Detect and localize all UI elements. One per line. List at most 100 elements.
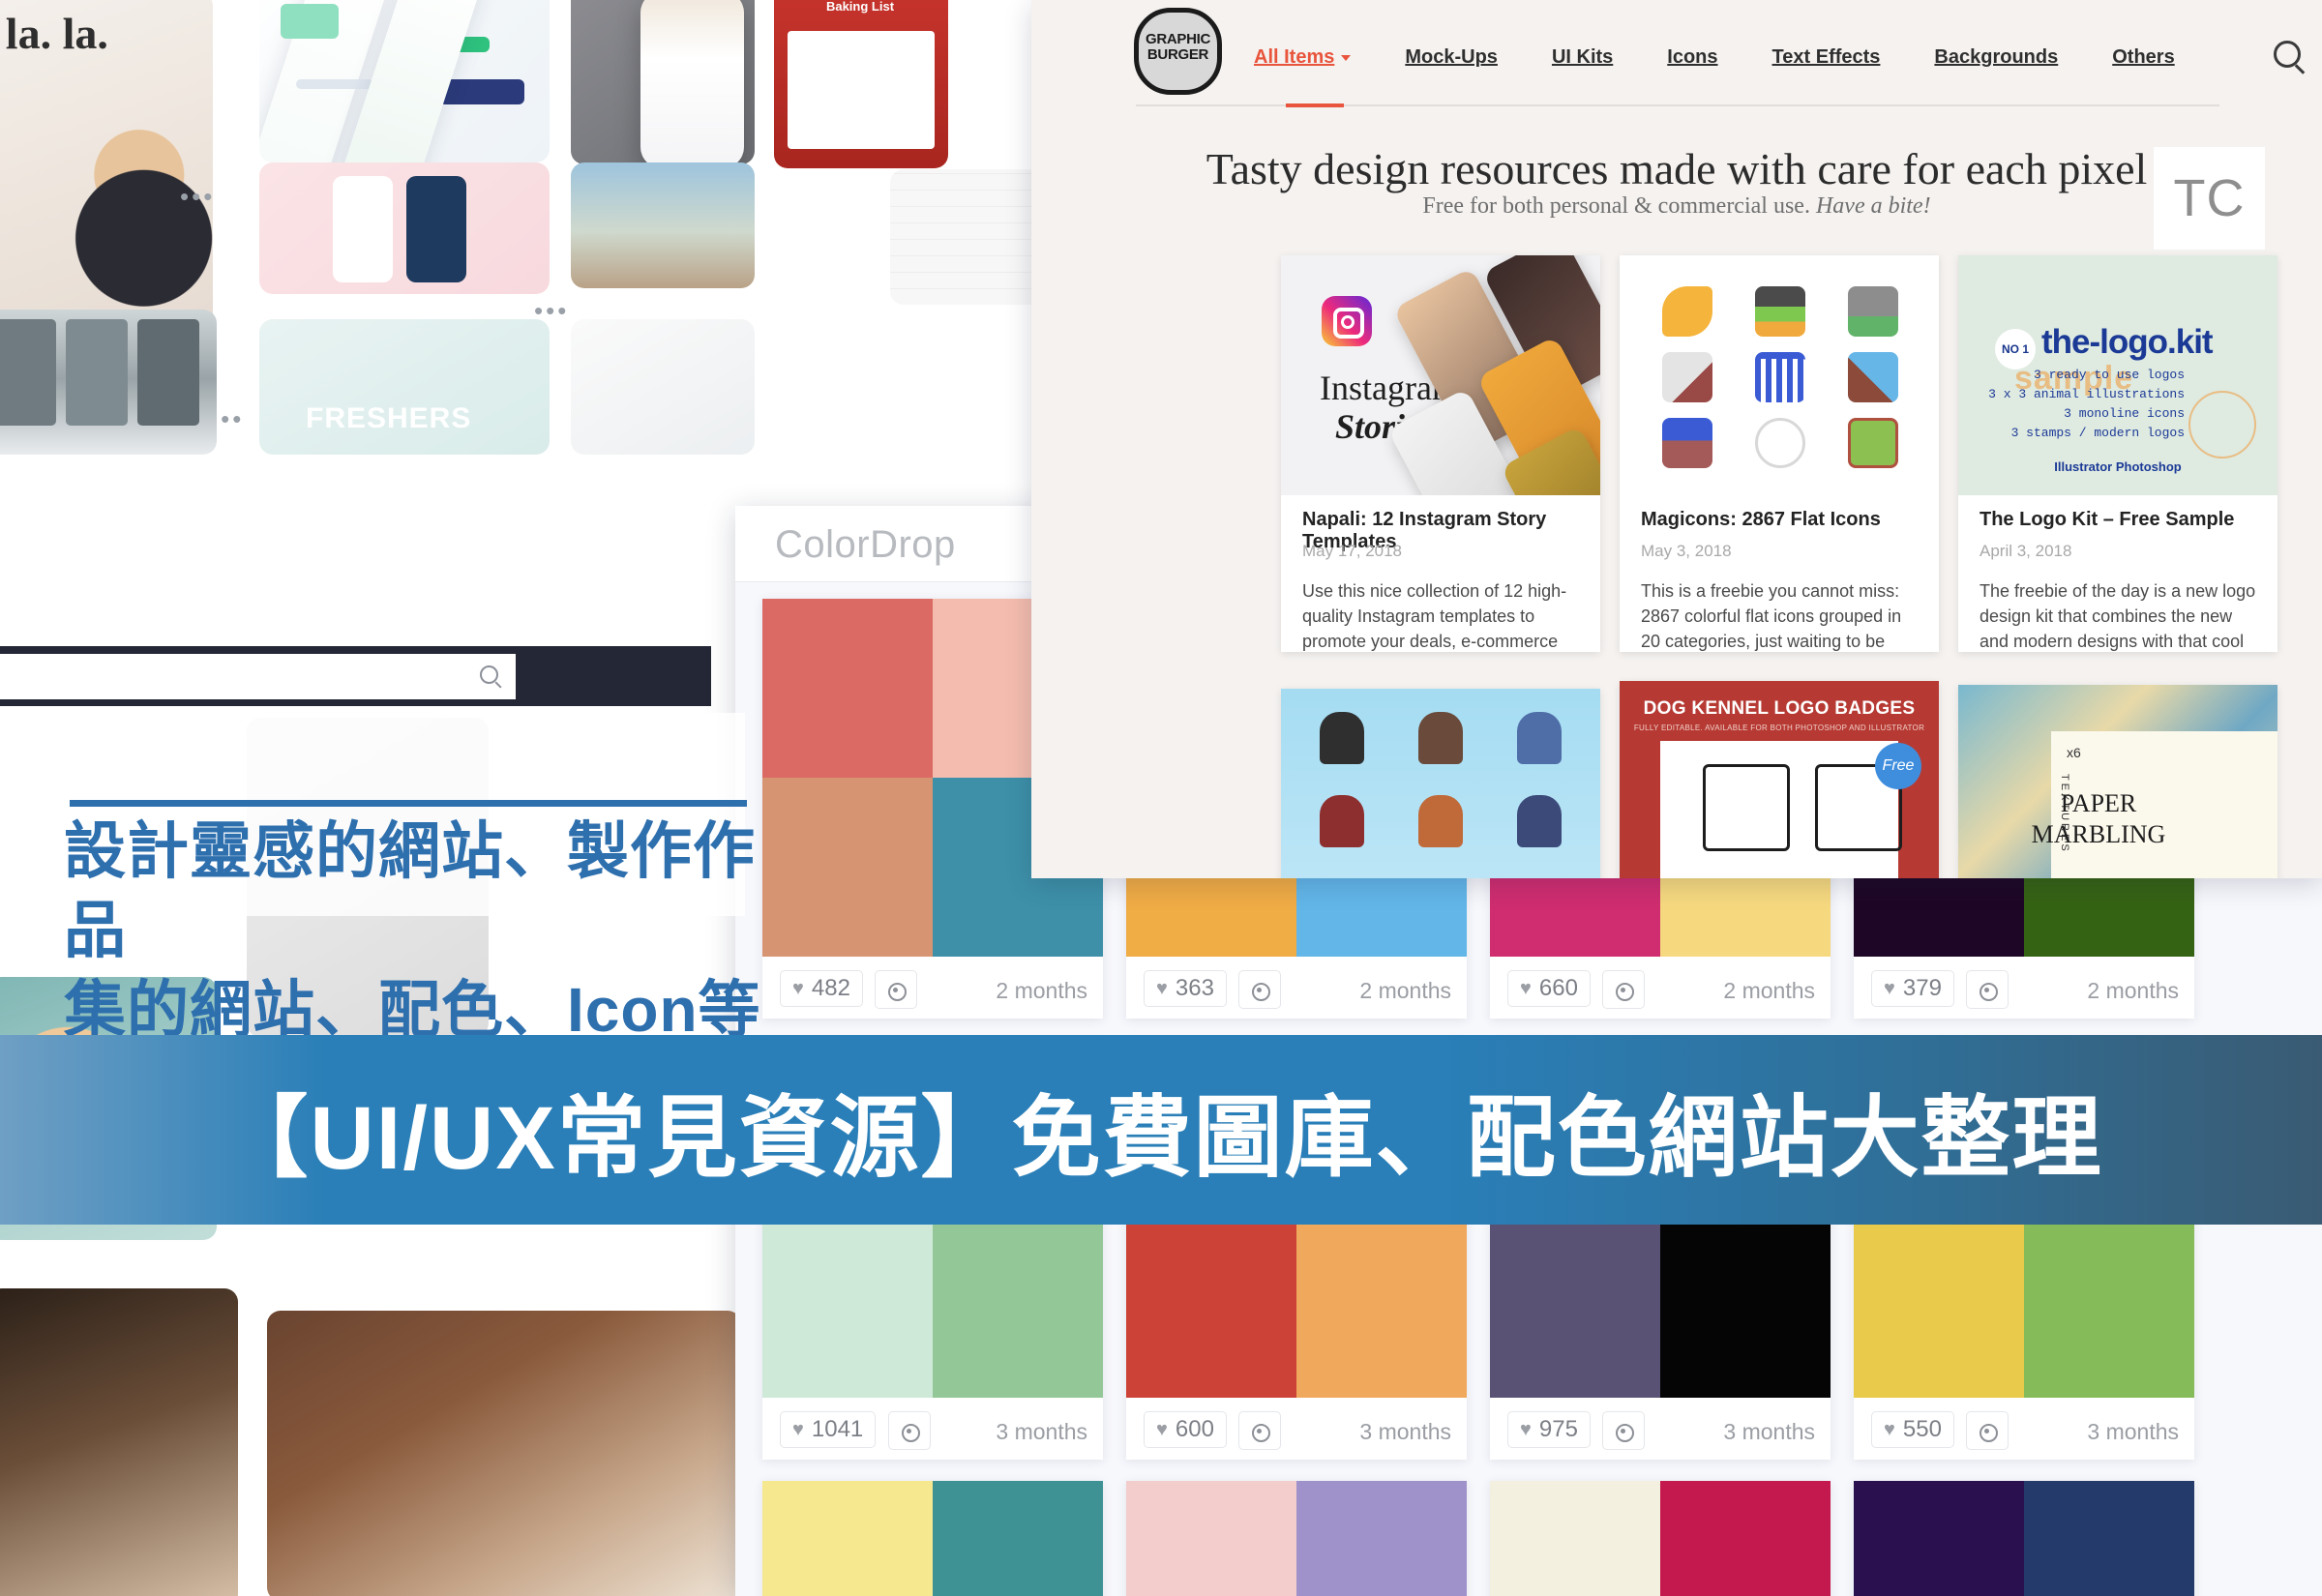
- palette-age: 2 months: [2087, 978, 2179, 1003]
- palette-swatch[interactable]: [762, 1481, 933, 1596]
- palette-swatch[interactable]: [1490, 1481, 1660, 1596]
- ellipsis-icon[interactable]: •••: [180, 184, 215, 209]
- eye-icon[interactable]: [888, 1411, 931, 1450]
- card-description: This is a freebie you cannot miss: 2867 …: [1641, 581, 1902, 652]
- pen-holder-icon: [1662, 418, 1712, 468]
- eye-icon[interactable]: [1602, 970, 1645, 1009]
- graphicburger-window: GRAPHIC BURGER All Items Mock-Ups UI Kits Ic…: [1031, 0, 2322, 878]
- palette-swatch[interactable]: [762, 599, 933, 778]
- card-title[interactable]: The Logo Kit – Free Sample: [1980, 509, 2260, 531]
- like-count: 1041: [811, 1416, 864, 1442]
- like-button[interactable]: ♥ 379: [1871, 970, 1954, 1007]
- eye-icon[interactable]: [1238, 1411, 1281, 1450]
- collage-tile-dark-app-mockup[interactable]: [571, 0, 755, 164]
- palette-swatch[interactable]: [2024, 1481, 2194, 1596]
- palette-footer: ♥ 660 2 months: [1490, 957, 1831, 1019]
- eye-icon[interactable]: [1966, 1411, 2009, 1450]
- palette-swatch[interactable]: [1296, 1481, 1467, 1596]
- collage-tile-bw-portraits[interactable]: [0, 310, 217, 455]
- palette-swatch[interactable]: [1854, 1219, 2024, 1398]
- heart-icon: ♥: [1520, 1419, 1532, 1440]
- resource-card[interactable]: [1281, 689, 1600, 878]
- tc-watermark: TC: [2154, 147, 2265, 250]
- card-thumbnail: [1281, 689, 1600, 878]
- collage-tile-ui-kit-screens[interactable]: [259, 0, 550, 163]
- palette-age: 3 months: [1723, 1419, 1815, 1444]
- tools-cross-icon: [1848, 352, 1898, 402]
- like-button[interactable]: ♥ 482: [780, 970, 863, 1007]
- palette-swatch[interactable]: [933, 1481, 1103, 1596]
- palette-swatch[interactable]: [1296, 1219, 1467, 1398]
- eye-icon[interactable]: [1602, 1411, 1645, 1450]
- palette-age: 3 months: [2087, 1419, 2179, 1444]
- resource-card[interactable]: x6 TEXTURES PAPER MARBLING vol.4: [1958, 685, 2277, 878]
- nav-item-backgrounds[interactable]: Backgrounds: [1934, 46, 2058, 69]
- palette-card[interactable]: [1854, 1481, 2194, 1596]
- like-button[interactable]: ♥ 660: [1507, 970, 1591, 1007]
- palette-card[interactable]: [1126, 1481, 1467, 1596]
- search-input[interactable]: [0, 654, 516, 699]
- collage-tile-power-lines-photo[interactable]: [571, 163, 755, 288]
- resource-card[interactable]: Magicons: 2867 Flat Icons May 3, 2018 Th…: [1620, 255, 1939, 652]
- like-button[interactable]: ♥ 363: [1144, 970, 1227, 1007]
- nav-item-all-items[interactable]: All Items: [1254, 46, 1352, 69]
- card-date: May 3, 2018: [1641, 542, 1732, 560]
- eye-icon[interactable]: [875, 970, 917, 1009]
- nav-item-icons[interactable]: Icons: [1667, 46, 1717, 69]
- graphicburger-logo-line1: GRAPHIC: [1145, 31, 1211, 47]
- like-button[interactable]: ♥ 550: [1871, 1411, 1954, 1448]
- palette-swatch[interactable]: [2024, 1219, 2194, 1398]
- eye-icon[interactable]: [1238, 970, 1281, 1009]
- resource-card[interactable]: Instagram Stories Napali: 12 Instagram S…: [1281, 255, 1600, 652]
- collage-tile-freshers-phone[interactable]: [259, 319, 550, 455]
- nav-item-text-effects[interactable]: Text Effects: [1772, 46, 1881, 69]
- collage-tile-coffee-girl-photo[interactable]: [0, 1288, 238, 1596]
- page-subtitle: Free for both personal & commercial use.…: [1031, 193, 2322, 220]
- palette-swatch[interactable]: [1660, 1219, 1831, 1398]
- eye-icon[interactable]: [1966, 970, 2009, 1009]
- collage-tile-coffee-hands-photo[interactable]: [267, 1311, 741, 1596]
- collage-tile-pink-movie-app[interactable]: [259, 163, 550, 294]
- palette-swatch[interactable]: [1660, 1481, 1831, 1596]
- palette-footer: ♥ 600 3 months: [1126, 1398, 1467, 1460]
- card-title[interactable]: Magicons: 2867 Flat Icons: [1641, 509, 1921, 531]
- palette-swatch[interactable]: [1854, 1481, 2024, 1596]
- palette-swatch[interactable]: [933, 1219, 1103, 1398]
- palette-swatch[interactable]: [1126, 1481, 1296, 1596]
- thumb-panel: LEGENDHUNTS PAWINGTON: [1660, 741, 1902, 878]
- palette-footer: ♥ 550 3 months: [1854, 1398, 2194, 1460]
- page-title: Tasty design resources made with care fo…: [1206, 144, 2148, 193]
- palette-card[interactable]: [1490, 1481, 1831, 1596]
- resource-card[interactable]: DOG KENNEL LOGO BADGES FULLY EDITABLE. A…: [1620, 681, 1939, 878]
- nav-item-others[interactable]: Others: [2112, 46, 2174, 69]
- search-icon[interactable]: [2274, 41, 2301, 68]
- nav-item-ui-kits[interactable]: UI Kits: [1552, 46, 1613, 69]
- like-button[interactable]: ♥ 1041: [780, 1411, 877, 1448]
- palette-swatch[interactable]: [762, 1219, 933, 1398]
- palette-swatch[interactable]: [1490, 1219, 1660, 1398]
- heart-icon: ♥: [792, 978, 804, 999]
- card-date: May 17, 2018: [1302, 542, 1403, 560]
- resource-card[interactable]: NO 1 the-logo.kit sample 3 ready to use …: [1958, 255, 2277, 652]
- like-button[interactable]: ♥ 975: [1507, 1411, 1591, 1448]
- palette-swatch[interactable]: [1126, 1219, 1296, 1398]
- colordrop-logo[interactable]: ColorDrop: [775, 523, 956, 567]
- palette-footer: ♥ 482 2 months: [762, 957, 1103, 1019]
- free-badge: Free: [1875, 743, 1921, 789]
- palette-card[interactable]: [762, 1481, 1103, 1596]
- graphicburger-logo-line2: BURGER: [1146, 45, 1209, 63]
- graphicburger-logo[interactable]: GRAPHIC BURGER: [1134, 8, 1222, 95]
- collage-tile-christmas-baking-list[interactable]: ChristmasBaking List: [774, 0, 948, 168]
- thumb-count: x6: [2067, 745, 2081, 760]
- bear-stamp-icon: [2188, 391, 2256, 458]
- palette-footer: ♥ 379 2 months: [1854, 957, 2194, 1019]
- palette-swatch[interactable]: [762, 778, 933, 957]
- avatars-thumb: [1281, 689, 1600, 878]
- palette-age: 2 months: [1359, 978, 1451, 1003]
- nav-item-mock-ups[interactable]: Mock-Ups: [1405, 46, 1498, 69]
- palette-age: 2 months: [1723, 978, 1815, 1003]
- like-button[interactable]: ♥ 600: [1144, 1411, 1227, 1448]
- thumb-software-labels: Illustrator Photoshop: [2054, 459, 2182, 474]
- play-target-icon: [1755, 418, 1805, 468]
- collage-tile-isometric-devices[interactable]: [571, 319, 755, 455]
